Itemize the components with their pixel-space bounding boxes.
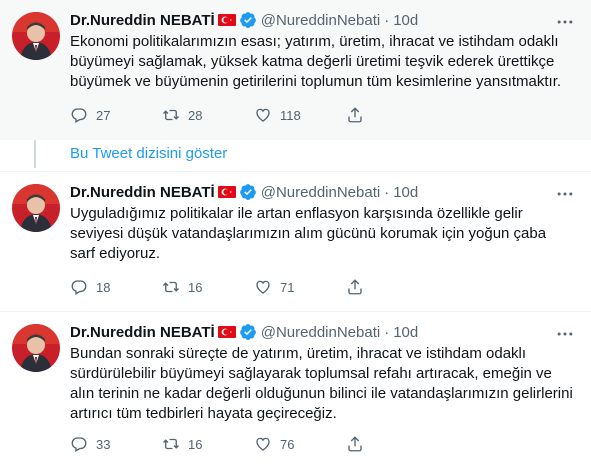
display-name[interactable]: Dr.Nureddin NEBATİ	[70, 12, 215, 29]
handle[interactable]: @NureddinNebati	[261, 184, 380, 201]
more-options-icon[interactable]	[555, 186, 575, 202]
display-name[interactable]: Dr.Nureddin NEBATİ	[70, 184, 215, 201]
handle[interactable]: @NureddinNebati	[261, 324, 380, 341]
like-icon	[256, 280, 270, 294]
reply-count: 18	[96, 279, 111, 295]
timestamp[interactable]: 10d	[393, 184, 418, 201]
avatar[interactable]	[12, 184, 60, 232]
like-button[interactable]: 118	[254, 106, 346, 124]
reply-button[interactable]: 27	[70, 106, 162, 124]
retweet-icon	[163, 281, 179, 293]
tweet-1[interactable]: Dr.Nureddin NEBATİ @NureddinNebati · 10d…	[0, 0, 591, 140]
share-icon	[348, 107, 362, 123]
share-icon	[348, 436, 362, 452]
timestamp[interactable]: 10d	[393, 12, 418, 29]
reply-icon	[71, 108, 87, 123]
timestamp[interactable]: 10d	[393, 324, 418, 341]
share-button[interactable]	[346, 106, 438, 124]
more-options-icon[interactable]	[555, 14, 575, 30]
reply-button[interactable]: 18	[70, 278, 162, 296]
more-options-icon[interactable]	[555, 326, 575, 342]
share-button[interactable]	[346, 435, 438, 453]
like-count: 76	[280, 436, 295, 452]
separator: ·	[384, 11, 390, 29]
retweet-icon	[163, 438, 179, 450]
tweet-text: Bundan sonraki süreçte de yatırım, üreti…	[70, 345, 573, 422]
separator: ·	[384, 323, 390, 341]
retweet-icon	[163, 109, 179, 121]
like-button[interactable]: 76	[254, 435, 346, 453]
show-thread-link[interactable]: Bu Tweet dizisini göster	[70, 145, 227, 162]
retweet-count: 16	[188, 436, 203, 452]
reply-button[interactable]: 33	[70, 435, 162, 453]
display-name[interactable]: Dr.Nureddin NEBATİ	[70, 324, 215, 341]
verified-badge-icon	[239, 324, 256, 340]
like-count: 118	[280, 107, 301, 123]
avatar[interactable]	[12, 12, 60, 60]
turkey-flag-icon	[217, 14, 236, 26]
separator: ·	[384, 183, 390, 201]
retweet-button[interactable]: 16	[162, 435, 254, 453]
reply-count: 27	[96, 107, 111, 123]
turkey-flag-icon	[217, 186, 236, 198]
handle[interactable]: @NureddinNebati	[261, 12, 380, 29]
reply-icon	[71, 280, 87, 295]
turkey-flag-icon	[217, 326, 236, 338]
verified-badge-icon	[239, 12, 256, 28]
verified-badge-icon	[239, 184, 256, 200]
retweet-button[interactable]: 28	[162, 106, 254, 124]
like-button[interactable]: 71	[254, 278, 346, 296]
reply-icon	[71, 437, 87, 452]
like-icon	[256, 437, 270, 451]
retweet-count: 16	[188, 279, 203, 295]
share-button[interactable]	[346, 278, 438, 296]
tweet-text: Uyguladığımız politikalar ile artan enfl…	[70, 205, 547, 262]
thread-connector-line	[34, 140, 36, 168]
share-icon	[348, 279, 362, 295]
like-icon	[256, 108, 270, 122]
retweet-count: 28	[188, 107, 203, 123]
like-count: 71	[280, 279, 295, 295]
retweet-button[interactable]: 16	[162, 278, 254, 296]
tweet-text: Ekonomi politikalarımızın esası; yatırım…	[70, 33, 562, 90]
avatar[interactable]	[12, 324, 60, 372]
reply-count: 33	[96, 436, 111, 452]
